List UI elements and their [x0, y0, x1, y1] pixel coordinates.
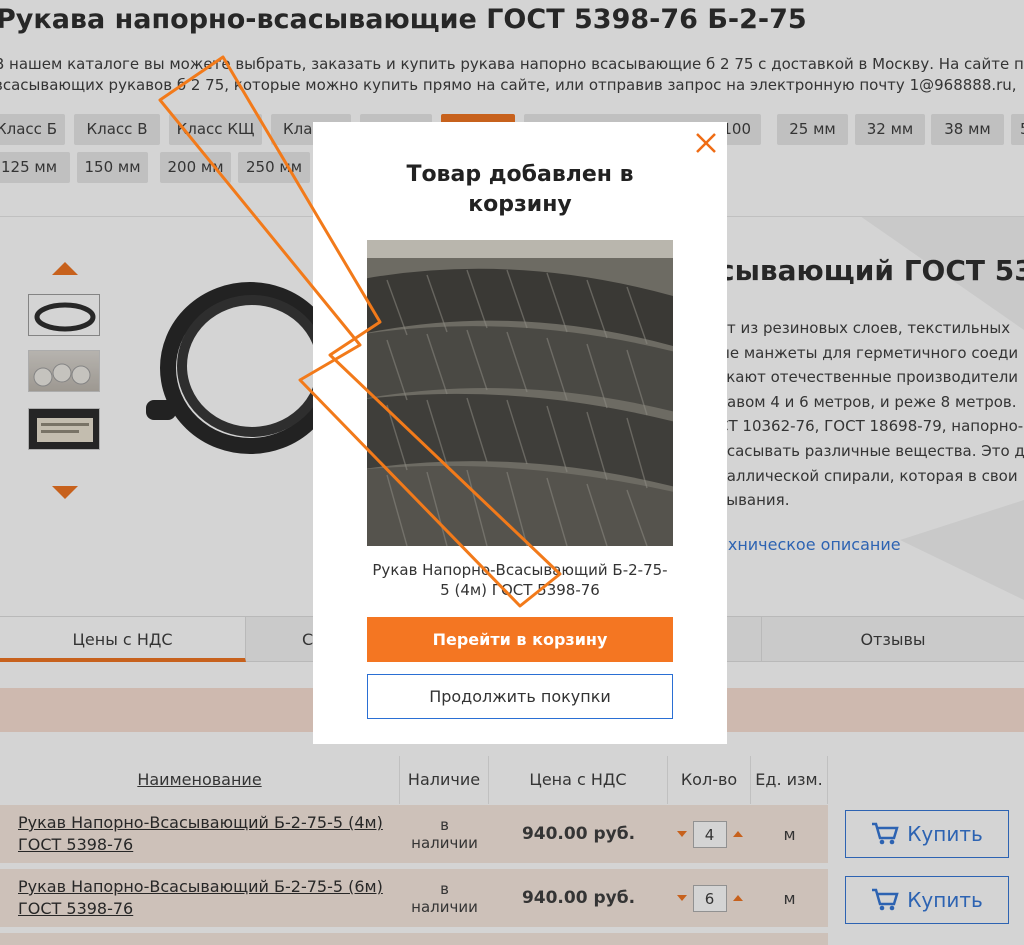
close-icon[interactable] — [695, 132, 717, 154]
modal-product-line: Рукав Напорно-Всасывающий Б-2-75- — [372, 561, 668, 579]
modal-product-line: 5 (4м) ГОСТ 5398-76 — [440, 581, 600, 599]
modal-product-name: Рукав Напорно-Всасывающий Б-2-75- 5 (4м)… — [353, 560, 687, 600]
continue-shopping-button[interactable]: Продолжить покупки — [367, 674, 673, 719]
modal-title-line: Товар добавлен в — [406, 162, 634, 187]
go-to-cart-button[interactable]: Перейти в корзину — [367, 617, 673, 662]
product-page: Рукава напорно-всасывающие ГОСТ 5398-76 … — [0, 0, 1024, 945]
added-to-cart-modal: Товар добавлен в корзину Рукав Напорно-В… — [313, 122, 727, 744]
product-photo — [367, 240, 673, 546]
modal-title-line: корзину — [468, 192, 572, 217]
modal-title: Товар добавлен в корзину — [313, 160, 727, 220]
